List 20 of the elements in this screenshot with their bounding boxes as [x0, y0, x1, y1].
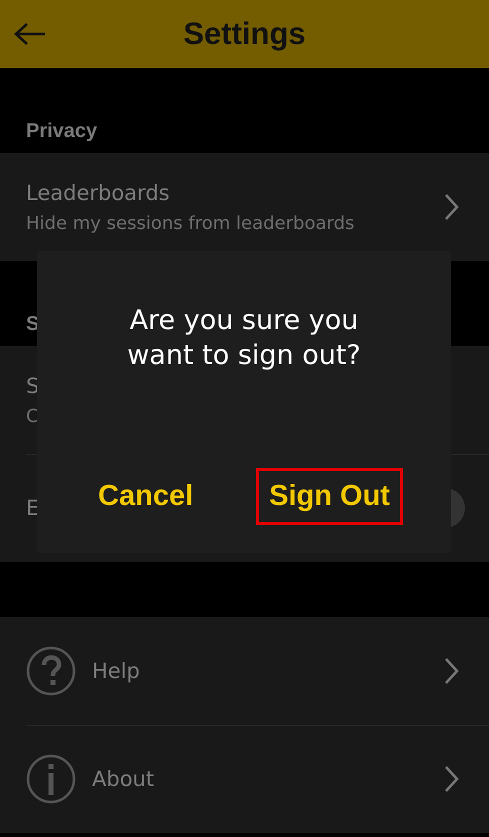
row-title: Leaderboards [26, 180, 170, 204]
settings-row[interactable]: Help [0, 617, 489, 725]
settings-row[interactable]: Leaderboards Hide my sessions from leaderboards [0, 153, 489, 261]
row-subtitle: C [26, 406, 39, 426]
chevron-right-icon [444, 193, 459, 221]
row-title: E [26, 496, 40, 520]
settings-row[interactable]: About [0, 725, 489, 833]
row-subtitle: Hide my sessions from leaderboards [26, 212, 354, 234]
dialog-message: Are you sure you want to sign out? [126, 304, 362, 373]
question-mark-icon [26, 646, 76, 696]
section-title: Privacy [26, 120, 98, 143]
chevron-right-icon [444, 657, 459, 685]
row-title: About [92, 767, 154, 791]
row-title: Help [92, 659, 140, 683]
info-icon [26, 754, 76, 804]
screen-title: Settings [183, 16, 306, 52]
back-arrow-icon[interactable] [13, 22, 47, 46]
chevron-right-icon [444, 765, 459, 793]
dialog-button[interactable]: Sign Out [256, 468, 403, 525]
dialog-button[interactable]: Cancel [85, 468, 206, 525]
